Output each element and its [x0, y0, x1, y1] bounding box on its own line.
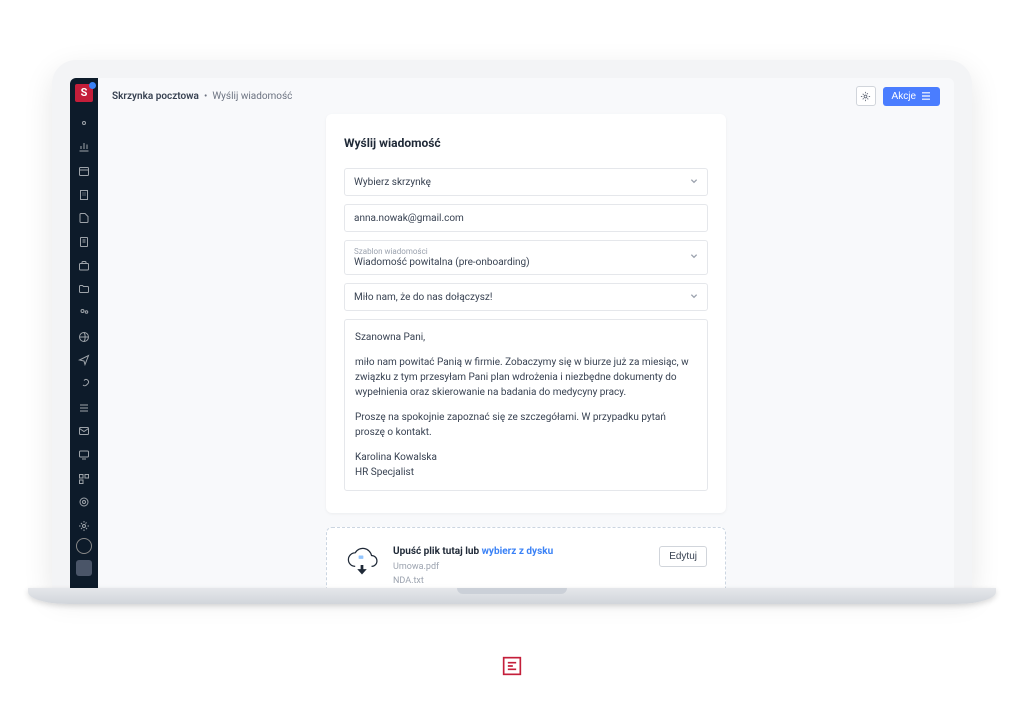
nav-building-icon[interactable] [77, 188, 91, 202]
compose-card: Wyślij wiadomość Wybierz skrzynkę anna.n… [326, 114, 726, 513]
nav-settings-icon[interactable] [77, 519, 91, 533]
actions-label: Akcje [892, 91, 916, 102]
subject-input[interactable]: Miło nam, że do nas dołączysz! [344, 283, 708, 311]
nav-file-icon[interactable] [77, 211, 91, 225]
page-title: Wyślij wiadomość [344, 136, 708, 150]
breadcrumb-parent[interactable]: Skrzynka pocztowa [112, 91, 199, 102]
nav-dashboard-icon[interactable] [77, 117, 91, 131]
chevron-down-icon [681, 177, 707, 188]
upload-title: Upuść plik tutaj lub wybierz z dysku [393, 546, 645, 557]
message-body[interactable]: Szanowna Pani, miło nam powitać Panią w … [344, 319, 708, 491]
nav-grid-icon[interactable] [77, 472, 91, 486]
subject-value: Miło nam, że do nas dołączysz! [354, 292, 492, 303]
body-greeting: Szanowna Pani, [355, 330, 697, 345]
template-float-label: Szablon wiadomości [354, 247, 672, 256]
body-sign-role: HR Specjalist [355, 467, 414, 478]
app-screen: S S [70, 78, 954, 588]
main-content: Skrzynka pocztowa • Wyślij wiadomość Akc… [98, 78, 954, 588]
help-button[interactable] [76, 560, 92, 576]
file-item: NDA.txt [393, 575, 645, 589]
breadcrumb-sep: • [204, 91, 207, 102]
upload-cloud-icon [345, 546, 379, 584]
nav-send-icon[interactable] [77, 353, 91, 367]
template-select[interactable]: Szablon wiadomości Wiadomość powitalna (… [344, 240, 708, 275]
app-logo[interactable]: S [75, 84, 93, 102]
file-item: Umowa.pdf [393, 561, 645, 575]
body-p1: miło nam powitać Panią w firmie. Zobaczy… [355, 355, 697, 400]
user-avatar[interactable] [76, 538, 92, 554]
nav-target-icon[interactable] [77, 496, 91, 510]
menu-icon [921, 92, 931, 100]
recipient-value: anna.nowak@gmail.com [354, 213, 464, 224]
laptop-frame: S S [52, 60, 972, 588]
nav-chart-icon[interactable] [77, 140, 91, 154]
nav-users-icon[interactable] [77, 306, 91, 320]
chevron-down-icon [681, 292, 707, 303]
nav-folder-icon[interactable] [77, 282, 91, 296]
nav-briefcase-icon[interactable] [77, 259, 91, 273]
nav-list-icon[interactable] [77, 401, 91, 415]
nav-document-icon[interactable] [77, 235, 91, 249]
settings-button[interactable] [856, 86, 876, 106]
upload-zone[interactable]: Upuść plik tutaj lub wybierz z dysku Umo… [326, 527, 726, 588]
nav-mail-icon[interactable] [77, 425, 91, 439]
nav-monitor-icon[interactable] [77, 448, 91, 462]
sidebar-nav: S [70, 78, 98, 588]
mailbox-placeholder: Wybierz skrzynkę [354, 177, 431, 188]
template-value: Wiadomość powitalna (pre-onboarding) [354, 257, 530, 268]
brand-footer-icon [502, 656, 522, 676]
body-p2: Proszę na spokojnie zapoznać się ze szcz… [355, 410, 697, 440]
upload-browse-link[interactable]: wybierz z dysku [482, 546, 554, 557]
actions-button[interactable]: Akcje [883, 87, 940, 106]
nav-calendar-icon[interactable] [77, 164, 91, 178]
breadcrumb-current: Wyślij wiadomość [212, 91, 292, 102]
nav-link-icon[interactable] [77, 377, 91, 391]
nav-globe-icon[interactable] [77, 330, 91, 344]
chevron-down-icon [681, 252, 707, 263]
laptop-base [28, 588, 996, 604]
mailbox-select[interactable]: Wybierz skrzynkę [344, 168, 708, 196]
edit-button[interactable]: Edytuj [659, 546, 707, 567]
gear-icon [860, 91, 871, 102]
upload-file-list: Umowa.pdf NDA.txt Skierowanie do medycyn… [393, 561, 645, 588]
topbar: Skrzynka pocztowa • Wyślij wiadomość Akc… [98, 78, 954, 114]
body-sign-name: Karolina Kowalska [355, 452, 437, 463]
recipient-input[interactable]: anna.nowak@gmail.com [344, 204, 708, 232]
breadcrumb: Skrzynka pocztowa • Wyślij wiadomość [112, 91, 292, 102]
